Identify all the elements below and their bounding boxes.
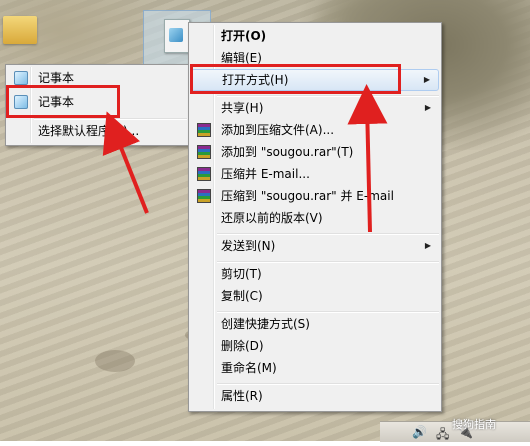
menu-item-label: 添加到 "sougou.rar"(T): [221, 145, 354, 159]
menu-item-create-shortcut[interactable]: 创建快捷方式(S): [191, 313, 439, 335]
winrar-icon: [197, 145, 211, 159]
menu-item-label: 删除(D): [221, 339, 264, 353]
menu-item-add-to-archive[interactable]: 添加到压缩文件(A)...: [191, 119, 439, 141]
menu-item-label: 编辑(E): [221, 51, 262, 65]
winrar-icon: [197, 167, 211, 181]
winrar-icon: [197, 189, 211, 203]
menu-item-label: 属性(R): [221, 389, 263, 403]
menu-item-add-to-rar[interactable]: 添加到 "sougou.rar"(T): [191, 141, 439, 163]
folder-icon[interactable]: [3, 16, 37, 44]
menu-item-compress-rar-email[interactable]: 压缩到 "sougou.rar" 并 E-mail: [191, 185, 439, 207]
volume-icon[interactable]: 🔊: [412, 425, 427, 439]
menu-item-share[interactable]: 共享(H) ▶: [191, 97, 439, 119]
menu-item-cut[interactable]: 剪切(T): [191, 263, 439, 285]
text-file-icon: [164, 19, 190, 53]
menu-item-open[interactable]: 打开(O): [191, 25, 439, 47]
menu-item-properties[interactable]: 属性(R): [191, 385, 439, 407]
menu-item-send-to[interactable]: 发送到(N) ▶: [191, 235, 439, 257]
submenu-item-label: 选择默认程序(C)...: [38, 124, 140, 138]
winrar-icon: [197, 123, 211, 137]
submenu-item-choose-default[interactable]: 选择默认程序(C)...: [8, 120, 187, 142]
submenu-arrow-icon: ▶: [424, 241, 431, 250]
menu-item-label: 压缩并 E-mail...: [221, 167, 310, 181]
submenu-arrow-icon: ▶: [424, 103, 431, 112]
menu-item-delete[interactable]: 删除(D): [191, 335, 439, 357]
menu-item-label: 发送到(N): [221, 239, 276, 253]
menu-item-copy[interactable]: 复制(C): [191, 285, 439, 307]
menu-item-label: 创建快捷方式(S): [221, 317, 310, 331]
footprint: [95, 350, 135, 372]
menu-item-compress-email[interactable]: 压缩并 E-mail...: [191, 163, 439, 185]
menu-item-label: 压缩到 "sougou.rar" 并 E-mail: [221, 189, 394, 203]
menu-item-label: 复制(C): [221, 289, 263, 303]
menu-item-label: 还原以前的版本(V): [221, 211, 323, 225]
menu-item-label: 重命名(M): [221, 361, 277, 375]
highlight-box-open-with: [190, 64, 401, 94]
highlight-box-notepad: [6, 85, 120, 118]
menu-item-label: 共享(H): [221, 101, 264, 115]
network-icon[interactable]: 🖧: [436, 425, 449, 446]
menu-item-restore-previous[interactable]: 还原以前的版本(V): [191, 207, 439, 229]
menu-item-label: 添加到压缩文件(A)...: [221, 123, 335, 137]
menu-item-label: 剪切(T): [221, 267, 262, 281]
watermark: 搜狗指南: [452, 418, 496, 431]
submenu-arrow-icon: ▶: [423, 75, 430, 84]
notepad-icon: [14, 71, 28, 85]
submenu-item-label: 记事本: [38, 71, 75, 85]
menu-item-label: 打开(O): [221, 29, 267, 43]
menu-item-rename[interactable]: 重命名(M): [191, 357, 439, 379]
